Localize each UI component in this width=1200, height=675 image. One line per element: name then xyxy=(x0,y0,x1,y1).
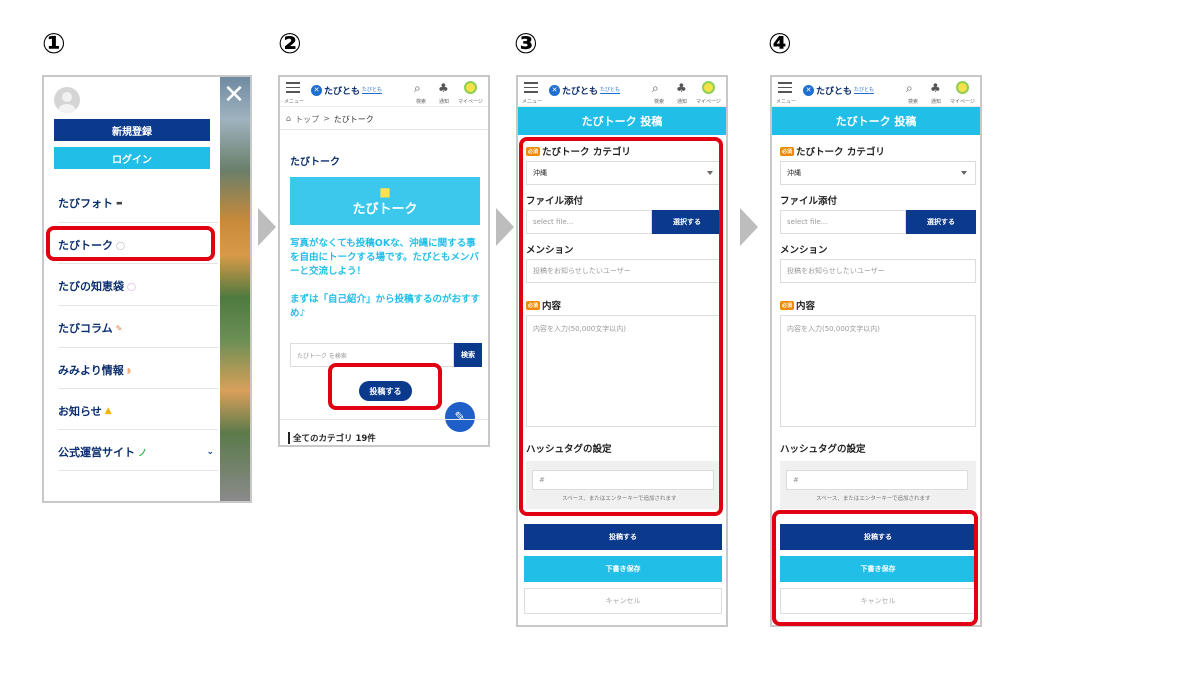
mypage-icon[interactable] xyxy=(464,81,477,94)
app-header: メニュー ✕ たびとも たびとも ⌕ 検索 ♣ 通知 マイページ xyxy=(280,77,488,107)
avatar[interactable] xyxy=(54,87,80,113)
mention-label: メンション xyxy=(780,245,828,256)
home-icon[interactable]: ⌂ xyxy=(286,114,291,125)
save-draft-button[interactable]: 下書き保存 xyxy=(524,556,722,582)
hamburger-icon[interactable] xyxy=(778,82,792,96)
close-icon[interactable]: ✕ xyxy=(220,81,248,109)
hamburger-icon[interactable] xyxy=(286,82,300,96)
app-header: メニュー ✕ たびとも たびとも ⌕ 検索 ♣ 通知 マイページ xyxy=(518,77,726,107)
category-select[interactable]: 沖縄 xyxy=(780,161,976,185)
camera-icon: ▬ xyxy=(116,199,123,207)
chevron-down-icon[interactable]: ⌄ xyxy=(206,447,214,457)
step-number-3: ③ xyxy=(514,27,538,60)
form-title: たびトーク 投稿 xyxy=(518,107,726,135)
menu-item-tabi-chiebukuro[interactable]: たびの知恵袋 ◯ xyxy=(58,278,214,294)
file-label: ファイル添付 xyxy=(780,196,838,207)
logo-icon: ✕ xyxy=(311,85,322,96)
section-title: たびトーク xyxy=(290,157,340,168)
hashtag-input[interactable]: # xyxy=(786,470,968,490)
choose-file-button[interactable]: 選択する xyxy=(906,210,976,234)
mypage-icon[interactable] xyxy=(702,81,715,94)
logo-icon: ✕ xyxy=(803,85,814,96)
content-textarea[interactable]: 内容を入力(50,000文字以内) xyxy=(780,315,976,427)
menu-item-oshirase[interactable]: お知らせ ▲ xyxy=(58,403,214,419)
ear-icon: ◗ xyxy=(126,365,131,375)
menu-item-tabi-column[interactable]: たびコラム ✎ xyxy=(58,320,214,336)
category-heading: 全てのカテゴリ 19件 xyxy=(288,432,376,444)
arrow-icon xyxy=(496,208,514,246)
highlight-box xyxy=(46,226,215,261)
arrow-icon xyxy=(740,208,758,246)
category-label: 必須 たびトーク カテゴリ xyxy=(780,146,885,158)
logo-icon: ✕ xyxy=(549,85,560,96)
breadcrumb: ⌂ トップ > たびトーク xyxy=(286,114,374,125)
step-number-4: ④ xyxy=(768,27,792,60)
menu-item-official-site[interactable]: 公式運営サイトノ ⌄ xyxy=(58,444,214,460)
side-menu-screen: 新規登録 ログイン たびフォト ▬ たびトーク ◯ たびの知恵袋 ◯ たびコラム ✎ み… xyxy=(42,75,252,503)
description-text: 写真がなくても投稿OKな、沖縄に関する事を自由にトークする場です。たびともメンバ… xyxy=(290,238,480,277)
bubble-icon: ◯ xyxy=(127,281,136,291)
cancel-button[interactable]: キャンセル xyxy=(524,588,722,614)
hamburger-icon[interactable] xyxy=(524,82,538,96)
step-number-1: ① xyxy=(42,27,66,60)
background-photo-strip xyxy=(220,77,250,501)
submit-button[interactable]: 投稿する xyxy=(524,524,722,550)
arrow-icon xyxy=(258,208,276,246)
app-header: メニュー ✕ たびとも たびとも ⌕ 検索 ♣ 通知 マイページ xyxy=(772,77,980,107)
search-icon[interactable]: ⌕ xyxy=(906,81,913,96)
chat-icon: ■ xyxy=(379,184,391,199)
login-button[interactable]: ログイン xyxy=(54,147,210,169)
hashtag-label: ハッシュタグの設定 xyxy=(780,444,866,455)
edit-icon[interactable]: ✎ xyxy=(445,402,475,432)
bell-icon[interactable]: ♣ xyxy=(676,81,687,95)
talk-banner: ■ たびトーク xyxy=(290,177,480,225)
search-button[interactable]: 検索 xyxy=(454,343,482,367)
content-label: 必須 内容 xyxy=(780,300,816,312)
highlight-box xyxy=(328,363,442,410)
form-title: たびトーク 投稿 xyxy=(772,107,980,135)
mention-input[interactable]: 投稿をお知らせしたいユーザー xyxy=(780,259,976,283)
search-icon[interactable]: ⌕ xyxy=(652,81,659,96)
chevron-down-icon xyxy=(961,171,967,175)
mypage-icon[interactable] xyxy=(956,81,969,94)
menu-item-tabi-photo[interactable]: たびフォト ▬ xyxy=(58,195,214,211)
logo-text: たびとも xyxy=(324,87,361,97)
highlight-box xyxy=(772,510,978,626)
leaf-icon: ノ xyxy=(138,448,148,459)
bell-icon[interactable]: ♣ xyxy=(438,81,449,95)
signup-button[interactable]: 新規登録 xyxy=(54,119,210,141)
menu-item-mimiyori[interactable]: みみより情報 ◗ xyxy=(58,362,214,378)
search-icon[interactable]: ⌕ xyxy=(414,81,421,96)
bell-icon[interactable]: ♣ xyxy=(930,81,941,95)
hashtag-hint: スペース、またはエンターキーで追加されます xyxy=(816,496,931,502)
pen-icon: ✎ xyxy=(115,323,123,333)
description-text-2: まずは「自己紹介」から投稿するのがおすすめ♪ xyxy=(290,294,481,319)
bell-icon: ▲ xyxy=(104,406,112,416)
step-number-2: ② xyxy=(278,27,302,60)
file-input[interactable]: select file... xyxy=(780,210,906,234)
highlight-box xyxy=(519,137,723,516)
